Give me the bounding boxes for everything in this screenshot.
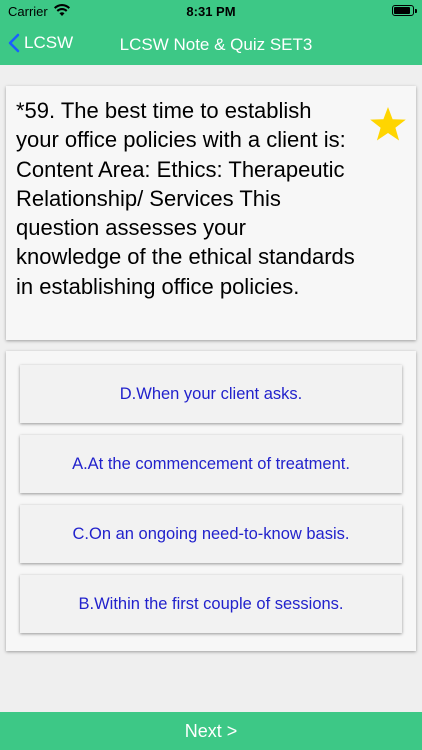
app-header: Carrier 8:31 PM LCSW LCSW Note & Quiz SE… (0, 0, 422, 65)
page-title: LCSW Note & Quiz SET3 (119, 35, 313, 54)
status-time: 8:31 PM (186, 4, 236, 19)
status-bar: Carrier 8:31 PM (0, 0, 422, 22)
answers-panel: D.When your client asks. A.At the commen… (6, 351, 416, 651)
favorite-star-icon[interactable] (369, 106, 407, 147)
question-card: *59. The best time to establish your off… (6, 86, 416, 340)
answer-option-b[interactable]: B.Within the first couple of sessions. (20, 575, 402, 633)
answer-option-d[interactable]: D.When your client asks. (20, 365, 402, 423)
navigation-bar: LCSW LCSW Note & Quiz SET3 (0, 22, 422, 65)
question-text: *59. The best time to establish your off… (16, 98, 355, 299)
next-button[interactable]: Next > (0, 712, 422, 750)
answer-option-a[interactable]: A.At the commencement of treatment. (20, 435, 402, 493)
battery-icon (392, 5, 417, 16)
answer-option-c[interactable]: C.On an ongoing need-to-know basis. (20, 505, 402, 563)
